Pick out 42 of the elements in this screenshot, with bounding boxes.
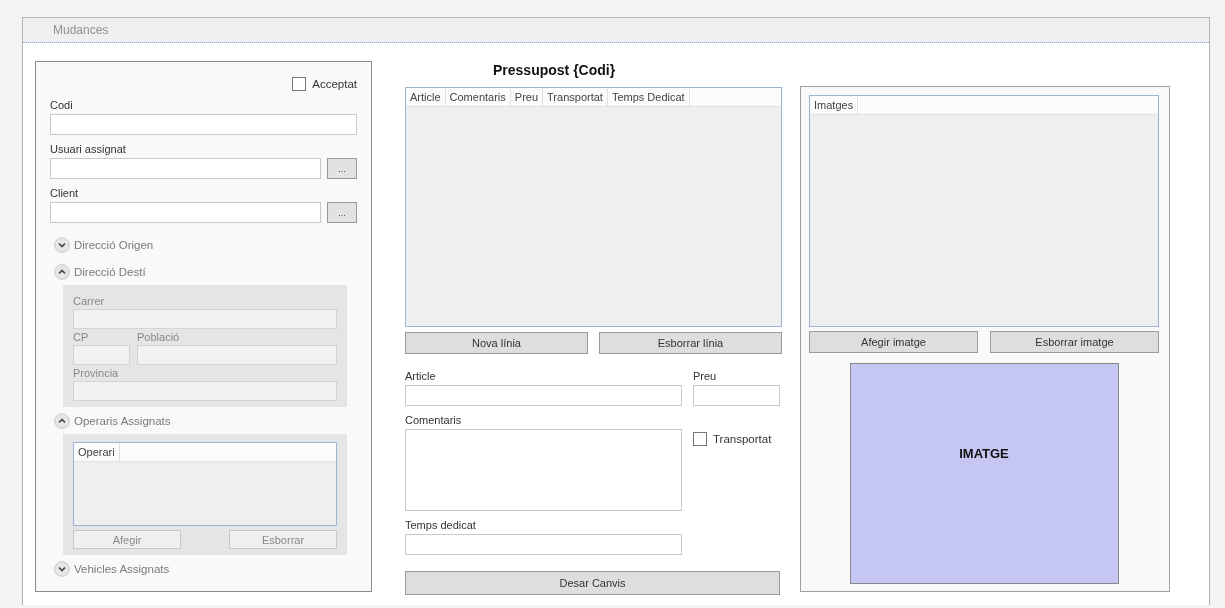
save-button[interactable]: Desar Canvis bbox=[405, 571, 780, 595]
browse-button[interactable]: ... bbox=[327, 158, 357, 179]
expand-icon[interactable] bbox=[54, 560, 70, 577]
image-placeholder-text: IMATGE bbox=[959, 446, 1009, 461]
field-label: CP bbox=[73, 331, 90, 343]
input-field[interactable] bbox=[405, 385, 682, 406]
field-label: Comentaris bbox=[405, 414, 463, 426]
field-label: Usuari assignat bbox=[50, 143, 127, 155]
field-label: Població bbox=[137, 331, 181, 343]
budget-title: Pressupost {Codi} bbox=[492, 61, 617, 80]
checkbox-label: Transportat bbox=[713, 433, 772, 445]
action-button[interactable]: Esborrar imatge bbox=[990, 331, 1159, 353]
accepted-checkbox[interactable] bbox=[292, 77, 307, 91]
checkbox-label: Acceptat bbox=[312, 78, 357, 90]
section-header[interactable]: Vehicles Assignats bbox=[74, 562, 170, 575]
field-label: Carrer bbox=[73, 295, 106, 307]
field-label: Preu bbox=[693, 370, 718, 382]
window-title: Mudances bbox=[53, 23, 109, 37]
browse-button[interactable]: ... bbox=[327, 202, 357, 223]
action-button[interactable]: Esborrar línia bbox=[599, 332, 782, 354]
action-button[interactable]: Afegir imatge bbox=[809, 331, 978, 353]
expand-icon[interactable] bbox=[54, 236, 70, 253]
transported-checkbox[interactable] bbox=[693, 432, 707, 446]
column-header[interactable]: Imatges bbox=[810, 96, 859, 114]
input-field[interactable] bbox=[693, 385, 780, 406]
text-area[interactable] bbox=[405, 429, 682, 511]
column-header[interactable]: Article bbox=[406, 88, 446, 106]
column-header[interactable]: Preu bbox=[510, 88, 544, 106]
section-header[interactable]: Direcció Origen bbox=[74, 238, 154, 251]
column-header[interactable]: Temps Dedicat bbox=[607, 88, 690, 106]
column-header[interactable]: Transportat bbox=[543, 88, 608, 106]
field-label: Article bbox=[405, 370, 437, 382]
field-label: Codi bbox=[50, 99, 74, 111]
input-field[interactable] bbox=[50, 158, 321, 179]
field-label: Client bbox=[50, 187, 80, 199]
column-header[interactable]: Comentaris bbox=[445, 88, 511, 106]
field-label: Provincia bbox=[73, 367, 120, 379]
action-button[interactable]: Nova línia bbox=[405, 332, 588, 354]
field-label: Temps dedicat bbox=[405, 519, 477, 531]
input-field[interactable] bbox=[405, 534, 682, 555]
input-field[interactable] bbox=[50, 202, 321, 223]
input-field[interactable] bbox=[50, 114, 357, 135]
